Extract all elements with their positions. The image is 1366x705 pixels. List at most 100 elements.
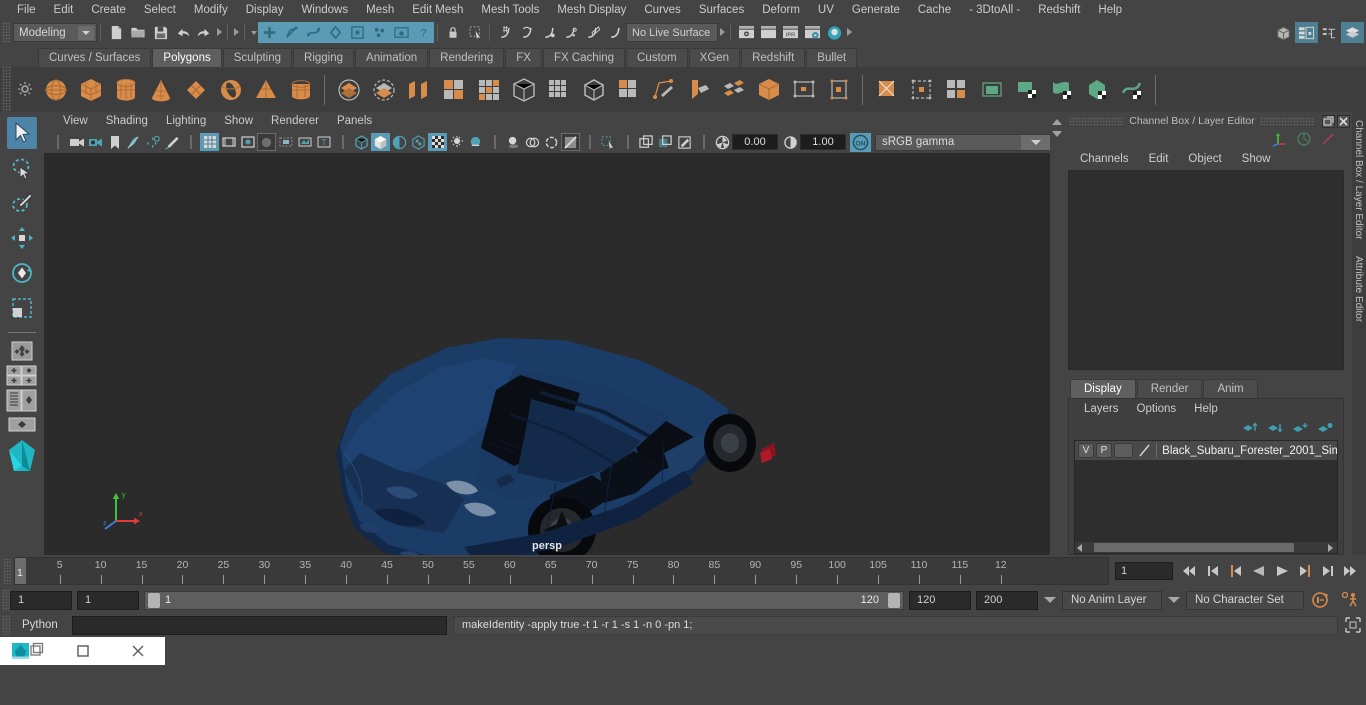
new-layer-icon[interactable] bbox=[1292, 422, 1308, 434]
menu-mesh-display[interactable]: Mesh Display bbox=[548, 0, 635, 20]
poly-extrude-icon[interactable] bbox=[401, 70, 436, 110]
layer-menu-layers[interactable]: Layers bbox=[1075, 399, 1128, 419]
command-line-grip[interactable] bbox=[2, 615, 10, 635]
range-start-time-field[interactable]: 1 bbox=[77, 590, 139, 610]
select-by-component-type-icon[interactable] bbox=[302, 22, 324, 43]
poly-pyramid-icon[interactable] bbox=[248, 70, 283, 110]
xray-joints-icon[interactable] bbox=[656, 133, 675, 151]
xray-active-components-icon[interactable] bbox=[675, 133, 694, 151]
ipr-render-icon[interactable]: IPR bbox=[779, 22, 801, 43]
snap-mode-row-1[interactable] bbox=[6, 365, 38, 387]
exposure-value-field[interactable]: 0.00 bbox=[732, 134, 778, 150]
poly-sculpt-icon[interactable] bbox=[821, 70, 856, 110]
poly-plane-icon[interactable] bbox=[178, 70, 213, 110]
channel-box-menu-show[interactable]: Show bbox=[1232, 148, 1281, 170]
new-scene-icon[interactable] bbox=[105, 22, 127, 43]
viewport-menu-show[interactable]: Show bbox=[215, 112, 262, 131]
anim-end-time-field[interactable]: 200 bbox=[976, 590, 1038, 610]
channel-box-menu-channels[interactable]: Channels bbox=[1070, 148, 1139, 170]
shelf-tab-fx[interactable]: FX bbox=[505, 48, 542, 67]
shelf-tab-curves-surfaces[interactable]: Curves / Surfaces bbox=[38, 48, 152, 67]
menu-windows[interactable]: Windows bbox=[292, 0, 357, 20]
undock-panel-icon[interactable] bbox=[1322, 114, 1335, 128]
single-perspective-layout[interactable] bbox=[6, 415, 38, 437]
layer-tab-display[interactable]: Display bbox=[1070, 379, 1136, 398]
snap-to-view-plane-icon[interactable] bbox=[582, 22, 604, 43]
status-line-grip[interactable] bbox=[2, 22, 10, 43]
rotate-tool[interactable] bbox=[7, 257, 37, 289]
move-tool[interactable] bbox=[7, 222, 37, 254]
maximize-window-icon[interactable] bbox=[59, 637, 107, 665]
render-current-frame-icon[interactable] bbox=[735, 22, 757, 43]
color-management-toggle-icon[interactable]: ON bbox=[850, 132, 871, 152]
character-set-dropdown-arrow-icon[interactable] bbox=[1167, 591, 1181, 610]
panel-grip-left[interactable] bbox=[1069, 116, 1125, 126]
command-input-field[interactable] bbox=[72, 615, 447, 635]
time-slider-track[interactable]: 1 5 10 15 20 25 30 35 40 45 50 55 60 65 70 75 80 85 90 95 1… bbox=[14, 557, 1109, 585]
poly-mirror-icon[interactable] bbox=[611, 70, 646, 110]
color-management-selector[interactable]: sRGB gamma bbox=[875, 133, 1053, 151]
menu-help[interactable]: Help bbox=[1089, 0, 1131, 20]
film-origin-icon[interactable] bbox=[276, 133, 295, 151]
poly-bridge-icon[interactable] bbox=[471, 70, 506, 110]
scroll-right-arrow-icon[interactable] bbox=[1328, 543, 1333, 552]
perspective-viewport[interactable]: persp y x z bbox=[44, 153, 1050, 555]
gamma-control-icon[interactable] bbox=[781, 133, 800, 151]
poly-bevel-icon[interactable] bbox=[436, 70, 471, 110]
uv-spherical-icon[interactable] bbox=[974, 70, 1009, 110]
select-camera-icon[interactable] bbox=[67, 133, 86, 151]
paint-select-tool[interactable] bbox=[7, 187, 37, 219]
select-help-icon[interactable]: ? bbox=[412, 22, 434, 43]
poly-multicut-icon[interactable] bbox=[716, 70, 751, 110]
shelf-tab-animation[interactable]: Animation bbox=[355, 48, 429, 67]
collapse-render-group-icon[interactable] bbox=[845, 23, 854, 42]
anim-layer-selector[interactable]: No Anim Layer bbox=[1062, 590, 1162, 610]
range-start-handle[interactable] bbox=[148, 592, 160, 608]
uv-layout-icon[interactable] bbox=[1079, 70, 1114, 110]
ambient-occlusion-icon[interactable] bbox=[523, 133, 542, 151]
poly-crease-icon[interactable] bbox=[786, 70, 821, 110]
make-live-icon[interactable] bbox=[604, 22, 626, 43]
layer-visibility-toggle[interactable]: V bbox=[1078, 443, 1094, 458]
snap-to-curve-icon[interactable] bbox=[516, 22, 538, 43]
menu-cache[interactable]: Cache bbox=[909, 0, 960, 20]
live-surface-field[interactable]: No Live Surface bbox=[626, 23, 718, 42]
safe-action-icon[interactable]: T bbox=[314, 133, 333, 151]
menu-file[interactable]: File bbox=[8, 0, 45, 20]
shelf-options-gear-icon[interactable] bbox=[17, 81, 33, 97]
scale-tool[interactable] bbox=[7, 292, 37, 324]
shelf-tab-polygons[interactable]: Polygons bbox=[152, 48, 222, 67]
poly-cone-icon[interactable] bbox=[143, 70, 178, 110]
move-layer-up-icon[interactable] bbox=[1242, 422, 1258, 434]
play-forwards-icon[interactable] bbox=[1271, 560, 1293, 582]
go-to-start-icon[interactable] bbox=[1179, 560, 1201, 582]
menu-select[interactable]: Select bbox=[135, 0, 185, 20]
save-scene-icon[interactable] bbox=[149, 22, 171, 43]
snap-to-projected-center-icon[interactable] bbox=[560, 22, 582, 43]
shelf-tab-xgen[interactable]: XGen bbox=[688, 48, 741, 67]
shadows-icon[interactable] bbox=[504, 133, 523, 151]
viewport-menu-shading[interactable]: Shading bbox=[97, 112, 157, 131]
command-language-label[interactable]: Python bbox=[22, 619, 66, 631]
collapse-snap-group-icon[interactable] bbox=[718, 23, 727, 42]
select-by-object-type-icon[interactable] bbox=[280, 22, 302, 43]
layer-shading-icon[interactable] bbox=[1138, 443, 1151, 458]
outliner-persp-layout[interactable] bbox=[6, 389, 38, 412]
channel-box-content[interactable] bbox=[1068, 170, 1344, 370]
range-end-time-field[interactable]: 120 bbox=[909, 590, 971, 610]
show-hide-attribute-editor-icon[interactable] bbox=[1295, 22, 1318, 43]
scroll-down-arrow-icon[interactable] bbox=[1052, 131, 1062, 137]
viewport-menu-panels[interactable]: Panels bbox=[328, 112, 381, 131]
step-back-key-icon[interactable] bbox=[1225, 560, 1247, 582]
small-dropdown-icon[interactable] bbox=[249, 23, 258, 42]
menu-curves[interactable]: Curves bbox=[635, 0, 689, 20]
range-bar[interactable]: 1 120 bbox=[144, 590, 904, 610]
scroll-left-arrow-icon[interactable] bbox=[1077, 543, 1082, 552]
uv-cylindrical-icon[interactable] bbox=[939, 70, 974, 110]
lock-selection-icon[interactable] bbox=[442, 22, 464, 43]
uv-unfold-icon[interactable] bbox=[1044, 70, 1079, 110]
motion-blur-icon[interactable] bbox=[542, 133, 561, 151]
scroll-up-arrow-icon[interactable] bbox=[1052, 119, 1062, 125]
menu-generate[interactable]: Generate bbox=[843, 0, 909, 20]
menu-edit-mesh[interactable]: Edit Mesh bbox=[403, 0, 472, 20]
